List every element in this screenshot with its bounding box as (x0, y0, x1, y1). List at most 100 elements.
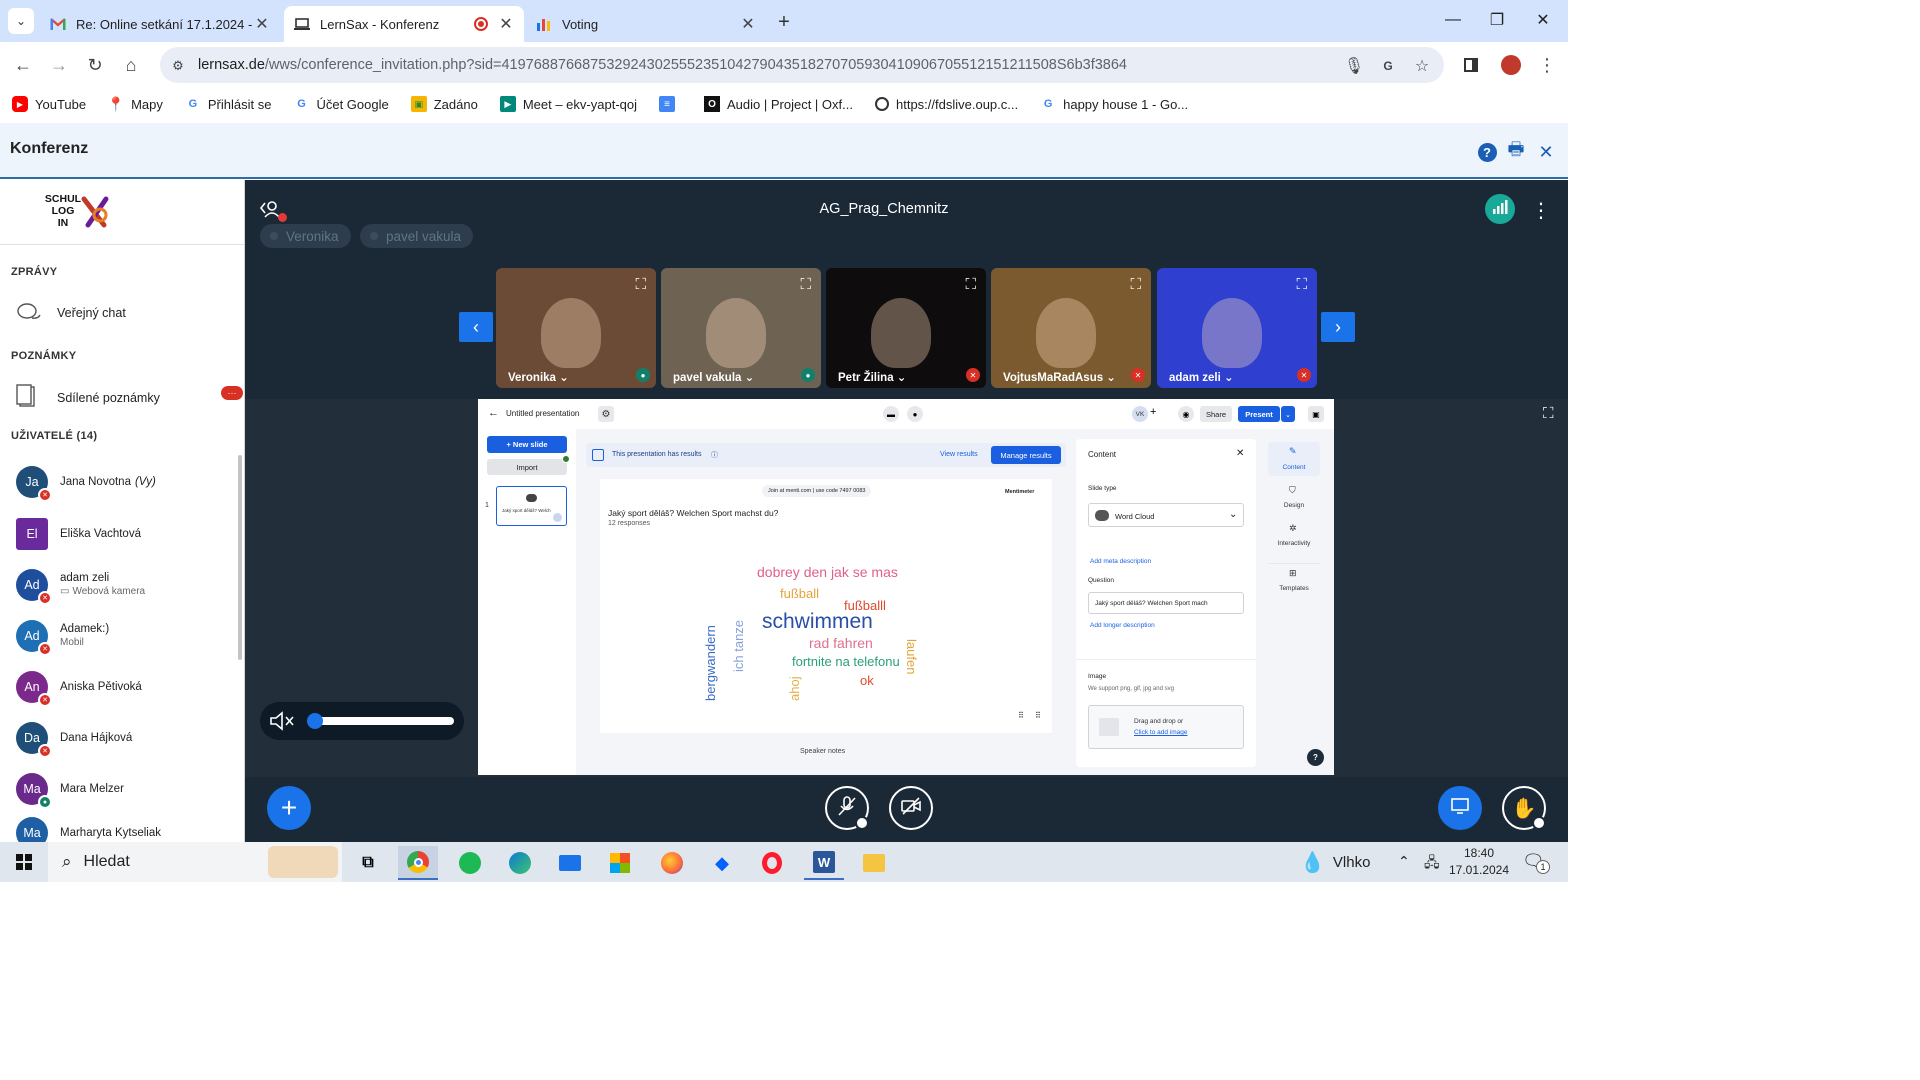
taskbar-edge[interactable] (500, 846, 540, 880)
image-dropzone[interactable]: Drag and drop or Click to add image (1088, 705, 1244, 749)
taskbar-file-explorer[interactable] (854, 846, 894, 880)
bookmark-prihlasit[interactable]: G Přihlásit se (185, 96, 272, 112)
present-button[interactable]: Present (1238, 406, 1280, 422)
taskbar-word[interactable]: W (804, 846, 844, 880)
settings-icon[interactable]: ⚙ (598, 406, 614, 422)
bookmark-oxford-audio[interactable]: O Audio | Project | Oxf... (704, 96, 853, 112)
user-row[interactable]: An ✕ Aniska Pětivoká (16, 670, 142, 707)
browser-tab-lernsax[interactable]: LernSax - Konferenz ✕ (284, 6, 524, 42)
tray-overflow-button[interactable]: ⌃ (1398, 853, 1410, 870)
expand-icon[interactable]: ⛶ (1130, 276, 1141, 293)
comments-icon[interactable]: ▬ (883, 406, 899, 422)
tab-design[interactable]: ⛉ Design (1268, 483, 1320, 517)
tab-templates[interactable]: ⊞ Templates (1268, 563, 1320, 597)
profile-avatar[interactable] (1496, 50, 1526, 80)
conference-menu-button[interactable]: ⋮ (1531, 198, 1551, 222)
translate-icon[interactable]: G (1378, 56, 1398, 76)
view-results-link[interactable]: View results (940, 451, 978, 458)
reload-button[interactable]: ↻ (80, 50, 110, 80)
user-row[interactable]: Ma ● Mara Melzer (16, 772, 124, 809)
bookmark-docs[interactable]: ≡ (659, 96, 682, 112)
participant-name[interactable]: Petr Žilina ⌄ (838, 370, 906, 384)
participant-name[interactable]: pavel vakula ⌄ (673, 370, 754, 384)
sidebar-scrollbar[interactable] (238, 455, 242, 660)
volume-slider[interactable] (310, 717, 454, 725)
bookmark-mapy[interactable]: 📍 Mapy (107, 96, 163, 112)
add-longer-description-link[interactable]: Add longer description (1090, 622, 1155, 629)
participant-name[interactable]: adam zeli ⌄ (1169, 370, 1234, 384)
present-dropdown-button[interactable]: ⌄ (1281, 406, 1295, 422)
close-tab-icon[interactable]: ✕ (498, 14, 514, 34)
site-info-icon[interactable]: ⚙ (168, 56, 188, 76)
start-button[interactable] (4, 846, 44, 880)
bookmark-happy-house[interactable]: Ghappy house 1 - Go... (1040, 96, 1188, 112)
help-button[interactable]: ? (1476, 141, 1498, 163)
browser-menu-button[interactable]: ⋮ (1532, 50, 1562, 80)
browser-tab-gmail[interactable]: Re: Online setkání 17.1.2024 - n ✕ (40, 6, 280, 42)
minimize-button[interactable]: — (1430, 0, 1476, 40)
next-videos-button[interactable]: › (1321, 312, 1355, 342)
forward-button[interactable]: → (44, 50, 74, 80)
bookmark-meet[interactable]: ▶ Meet – ekv-yapt-qoj (499, 96, 637, 112)
user-row[interactable]: Da ✕ Dana Hájková (16, 721, 132, 758)
help-button[interactable]: ? (1307, 749, 1324, 766)
weather-widget[interactable]: 💧 Vlhko (1300, 842, 1380, 882)
user-row[interactable]: Ad ✕ Adamek:) Mobil (16, 619, 109, 656)
taskbar-chrome[interactable] (398, 846, 438, 880)
participant-name[interactable]: Veronika ⌄ (508, 370, 569, 384)
manage-results-button[interactable]: Manage results (991, 446, 1061, 464)
bookmark-fdslive[interactable]: https://fdslive.oup.c... (874, 97, 1018, 112)
slide-type-select[interactable]: Word Cloud ⌄ (1088, 503, 1244, 527)
screen-share-button[interactable] (1438, 786, 1482, 830)
close-conference-button[interactable]: ✕ (1535, 141, 1557, 163)
video-tile[interactable]: ⛶ Petr Žilina ⌄ ✕ (826, 268, 986, 388)
video-tile[interactable]: ⛶ pavel vakula ⌄ ● (661, 268, 821, 388)
public-chat-item[interactable]: Veřejný chat (16, 302, 236, 324)
speaker-muted-icon[interactable] (269, 711, 295, 736)
taskbar-search[interactable]: ⌕ Hledat (48, 842, 342, 882)
bookmark-youtube[interactable]: ▶ YouTube (12, 96, 86, 112)
side-panel-button[interactable] (1456, 50, 1486, 80)
expand-icon[interactable]: ⛶ (1296, 276, 1307, 293)
layout-icon[interactable]: ▣ (1308, 406, 1324, 422)
expand-icon[interactable]: ⛶ (800, 276, 811, 293)
taskbar-spotify[interactable] (450, 846, 490, 880)
add-collaborator-icon[interactable]: + (1150, 406, 1156, 418)
share-webcam-button[interactable] (889, 786, 933, 830)
bookmark-ucet-google[interactable]: G Účet Google (293, 96, 389, 112)
close-window-button[interactable]: ✕ (1520, 0, 1566, 40)
bookmark-zadano[interactable]: ▣ Zadáno (410, 96, 478, 112)
browser-tab-voting[interactable]: Voting ✕ (526, 6, 766, 42)
taskbar-dropbox[interactable]: ◆ (702, 846, 742, 880)
close-panel-icon[interactable]: ✕ (1236, 448, 1244, 459)
close-tab-icon[interactable]: ✕ (254, 14, 270, 34)
connection-status-button[interactable] (1485, 194, 1515, 224)
tab-search-button[interactable]: ⌄ (8, 8, 34, 34)
task-view-button[interactable]: ⧉ (348, 846, 388, 880)
video-tile[interactable]: ⛶ VojtusMaRadAsus ⌄ ✕ (991, 268, 1151, 388)
participant-name[interactable]: VojtusMaRadAsus ⌄ (1003, 370, 1116, 384)
actions-plus-button[interactable]: + (267, 786, 311, 830)
new-tab-button[interactable]: + (772, 10, 796, 34)
taskbar-mail[interactable] (550, 846, 590, 880)
question-input[interactable]: Jaký sport děláš? Welchen Sport mach (1088, 592, 1244, 614)
add-meta-description-link[interactable]: Add meta description (1090, 558, 1151, 565)
home-button[interactable]: ⌂ (116, 50, 146, 80)
close-tab-icon[interactable]: ✕ (740, 14, 756, 34)
volume-control[interactable] (260, 702, 464, 740)
back-button[interactable]: ← (8, 50, 38, 80)
video-tile[interactable]: ⛶ Veronika ⌄ ● (496, 268, 656, 388)
eye-icon[interactable]: ◉ (1178, 406, 1194, 422)
new-slide-button[interactable]: + New slide (487, 436, 567, 453)
user-row[interactable]: Ma Marharyta Kytseliak (16, 816, 161, 842)
bookmark-star-icon[interactable]: ☆ (1412, 56, 1432, 76)
tab-interactivity[interactable]: ✲ Interactivity (1268, 521, 1320, 555)
address-bar[interactable]: ⚙ lernsax.de/wws/conference_invitation.p… (160, 47, 1444, 83)
slide-thumbnail[interactable]: Jaký sport děláš? Welch (496, 486, 567, 526)
video-tile[interactable]: ⛶ adam zeli ⌄ ✕ (1157, 268, 1317, 388)
user-row[interactable]: El Eliška Vachtová (16, 517, 141, 551)
clock[interactable]: 18:40 17.01.2024 (1446, 845, 1512, 879)
previous-videos-button[interactable]: ‹ (459, 312, 493, 342)
shared-notes-item[interactable]: Sdílené poznámky ··· (16, 384, 244, 411)
microphone-icon[interactable]: 🎙 (1344, 56, 1364, 76)
